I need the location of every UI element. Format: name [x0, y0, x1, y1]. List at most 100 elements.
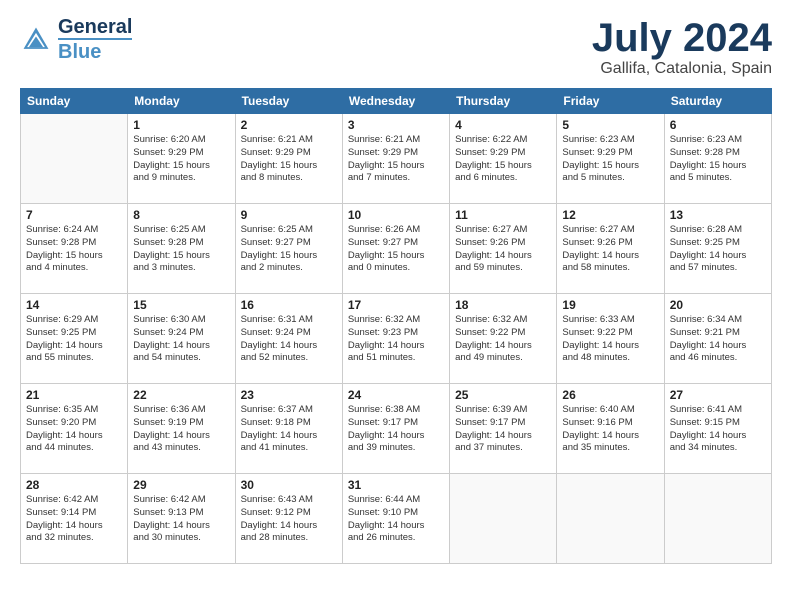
day-number: 1 [133, 118, 229, 132]
day-number: 23 [241, 388, 337, 402]
calendar-cell: 11Sunrise: 6:27 AMSunset: 9:26 PMDayligh… [450, 204, 557, 294]
calendar-cell [557, 474, 664, 564]
calendar-cell: 13 Sunrise: 6:28 AMSunset: 9:25 PMDayligh… [664, 204, 771, 294]
day-number: 18 [455, 298, 551, 312]
day-info: Sunrise: 6:43 AMSunset: 9:12 PMDaylight:… [241, 494, 337, 545]
logo-blue: Blue [58, 38, 132, 63]
calendar-cell: 29Sunrise: 6:42 AMSunset: 9:13 PMDayligh… [128, 474, 235, 564]
calendar-cell: 19Sunrise: 6:33 AMSunset: 9:22 PMDayligh… [557, 294, 664, 384]
header: General Blue July 2024 Gallifa, Cataloni… [20, 16, 772, 78]
logo: General Blue [20, 16, 132, 63]
title-block: July 2024 Gallifa, Catalonia, Spain [592, 16, 772, 78]
col-sunday: Sunday [21, 89, 128, 114]
day-info: Sunrise: 6:44 AMSunset: 9:10 PMDaylight:… [348, 494, 444, 545]
day-number: 17 [348, 298, 444, 312]
col-wednesday: Wednesday [342, 89, 449, 114]
calendar-cell: 25 Sunrise: 6:39 AMSunset: 9:17 PMDayligh… [450, 384, 557, 474]
calendar-cell: 12Sunrise: 6:27 AMSunset: 9:26 PMDayligh… [557, 204, 664, 294]
calendar-table: Sunday Monday Tuesday Wednesday Thursday… [20, 88, 772, 564]
day-info: Sunrise: 6:22 AMSunset: 9:29 PMDaylight:… [455, 134, 551, 185]
calendar-cell: 23Sunrise: 6:37 AMSunset: 9:18 PMDayligh… [235, 384, 342, 474]
calendar-week-4: 21 Sunrise: 6:35 AMSunset: 9:20 PMDayligh… [21, 384, 772, 474]
day-info: Sunrise: 6:23 AMSunset: 9:29 PMDaylight:… [562, 134, 658, 185]
calendar-cell: 3 Sunrise: 6:21 AMSunset: 9:29 PMDaylight… [342, 114, 449, 204]
day-number: 2 [241, 118, 337, 132]
day-number: 15 [133, 298, 229, 312]
day-number: 21 [26, 388, 122, 402]
day-info: Sunrise: 6:21 AMSunset: 9:29 PMDaylight:… [348, 134, 444, 185]
day-number: 4 [455, 118, 551, 132]
day-info: Sunrise: 6:38 AMSunset: 9:17 PMDaylight:… [348, 404, 444, 455]
calendar-cell: 14 Sunrise: 6:29 AMSunset: 9:25 PMDayligh… [21, 294, 128, 384]
day-info: Sunrise: 6:32 AMSunset: 9:23 PMDaylight:… [348, 314, 444, 365]
day-number: 10 [348, 208, 444, 222]
calendar-week-1: 1Sunrise: 6:20 AMSunset: 9:29 PMDaylight… [21, 114, 772, 204]
day-info: Sunrise: 6:42 AMSunset: 9:14 PMDaylight:… [26, 494, 122, 545]
day-number: 6 [670, 118, 766, 132]
day-info: Sunrise: 6:27 AMSunset: 9:26 PMDaylight:… [455, 224, 551, 275]
day-number: 13 [670, 208, 766, 222]
calendar-cell: 10 Sunrise: 6:26 AMSunset: 9:27 PMDayligh… [342, 204, 449, 294]
day-info: Sunrise: 6:33 AMSunset: 9:22 PMDaylight:… [562, 314, 658, 365]
calendar-cell [450, 474, 557, 564]
calendar-cell: 24Sunrise: 6:38 AMSunset: 9:17 PMDayligh… [342, 384, 449, 474]
day-number: 14 [26, 298, 122, 312]
calendar-cell: 17 Sunrise: 6:32 AMSunset: 9:23 PMDayligh… [342, 294, 449, 384]
page: General Blue July 2024 Gallifa, Cataloni… [0, 0, 792, 612]
day-info: Sunrise: 6:21 AMSunset: 9:29 PMDaylight:… [241, 134, 337, 185]
calendar-week-2: 7Sunrise: 6:24 AMSunset: 9:28 PMDaylight… [21, 204, 772, 294]
calendar-cell: 8 Sunrise: 6:25 AMSunset: 9:28 PMDaylight… [128, 204, 235, 294]
calendar-cell [21, 114, 128, 204]
day-number: 26 [562, 388, 658, 402]
day-info: Sunrise: 6:25 AMSunset: 9:28 PMDaylight:… [133, 224, 229, 275]
day-info: Sunrise: 6:42 AMSunset: 9:13 PMDaylight:… [133, 494, 229, 545]
calendar-cell: 15 Sunrise: 6:30 AMSunset: 9:24 PMDayligh… [128, 294, 235, 384]
calendar-week-5: 28 Sunrise: 6:42 AMSunset: 9:14 PMDayligh… [21, 474, 772, 564]
calendar-body: 1Sunrise: 6:20 AMSunset: 9:29 PMDaylight… [21, 114, 772, 564]
calendar-cell: 6 Sunrise: 6:23 AMSunset: 9:28 PMDaylight… [664, 114, 771, 204]
day-number: 12 [562, 208, 658, 222]
day-number: 5 [562, 118, 658, 132]
month-title: July 2024 [592, 16, 772, 60]
day-info: Sunrise: 6:26 AMSunset: 9:27 PMDaylight:… [348, 224, 444, 275]
day-number: 3 [348, 118, 444, 132]
day-number: 16 [241, 298, 337, 312]
day-number: 31 [348, 478, 444, 492]
day-info: Sunrise: 6:30 AMSunset: 9:24 PMDaylight:… [133, 314, 229, 365]
col-tuesday: Tuesday [235, 89, 342, 114]
col-monday: Monday [128, 89, 235, 114]
col-thursday: Thursday [450, 89, 557, 114]
day-number: 30 [241, 478, 337, 492]
calendar-cell [664, 474, 771, 564]
calendar-cell: 5 Sunrise: 6:23 AMSunset: 9:29 PMDaylight… [557, 114, 664, 204]
day-info: Sunrise: 6:35 AMSunset: 9:20 PMDaylight:… [26, 404, 122, 455]
day-number: 7 [26, 208, 122, 222]
day-number: 20 [670, 298, 766, 312]
calendar-cell: 9Sunrise: 6:25 AMSunset: 9:27 PMDaylight… [235, 204, 342, 294]
day-number: 27 [670, 388, 766, 402]
calendar-cell: 26 Sunrise: 6:40 AMSunset: 9:16 PMDayligh… [557, 384, 664, 474]
day-info: Sunrise: 6:28 AMSunset: 9:25 PMDaylight:… [670, 224, 766, 275]
day-info: Sunrise: 6:34 AMSunset: 9:21 PMDaylight:… [670, 314, 766, 365]
calendar-cell: 31 Sunrise: 6:44 AMSunset: 9:10 PMDayligh… [342, 474, 449, 564]
day-number: 28 [26, 478, 122, 492]
day-number: 25 [455, 388, 551, 402]
day-info: Sunrise: 6:40 AMSunset: 9:16 PMDaylight:… [562, 404, 658, 455]
calendar-header: Sunday Monday Tuesday Wednesday Thursday… [21, 89, 772, 114]
calendar-cell: 20 Sunrise: 6:34 AMSunset: 9:21 PMDayligh… [664, 294, 771, 384]
calendar-cell: 4 Sunrise: 6:22 AMSunset: 9:29 PMDaylight… [450, 114, 557, 204]
col-friday: Friday [557, 89, 664, 114]
day-info: Sunrise: 6:32 AMSunset: 9:22 PMDaylight:… [455, 314, 551, 365]
day-info: Sunrise: 6:41 AMSunset: 9:15 PMDaylight:… [670, 404, 766, 455]
logo-general: General [58, 16, 132, 38]
calendar-cell: 28 Sunrise: 6:42 AMSunset: 9:14 PMDayligh… [21, 474, 128, 564]
logo-icon [20, 24, 52, 56]
day-info: Sunrise: 6:23 AMSunset: 9:28 PMDaylight:… [670, 134, 766, 185]
day-info: Sunrise: 6:29 AMSunset: 9:25 PMDaylight:… [26, 314, 122, 365]
col-saturday: Saturday [664, 89, 771, 114]
day-info: Sunrise: 6:39 AMSunset: 9:17 PMDaylight:… [455, 404, 551, 455]
calendar-week-3: 14 Sunrise: 6:29 AMSunset: 9:25 PMDayligh… [21, 294, 772, 384]
day-number: 8 [133, 208, 229, 222]
day-info: Sunrise: 6:36 AMSunset: 9:19 PMDaylight:… [133, 404, 229, 455]
calendar-cell: 16Sunrise: 6:31 AMSunset: 9:24 PMDayligh… [235, 294, 342, 384]
